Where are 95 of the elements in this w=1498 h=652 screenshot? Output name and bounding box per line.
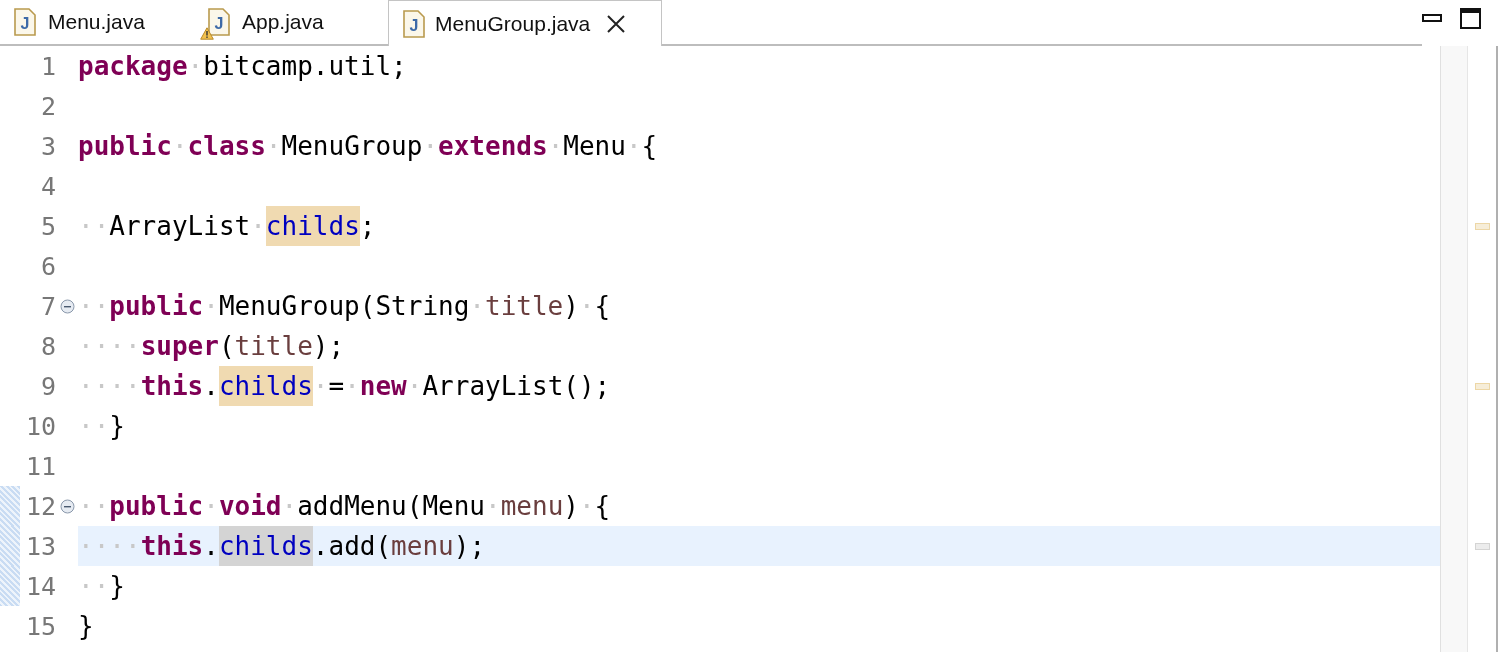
- code-text: ): [563, 490, 579, 523]
- whitespace-marker: ····: [78, 330, 141, 363]
- code-text: {: [594, 490, 611, 523]
- code-text: Menu: [563, 130, 626, 163]
- parameter-name: menu: [391, 530, 454, 563]
- whitespace-marker: ·: [250, 210, 266, 243]
- whitespace-marker: ··: [78, 290, 110, 323]
- editor-tab[interactable]: J MenuGroup.java: [388, 0, 662, 46]
- code-text: bitcamp.util;: [203, 50, 407, 83]
- keyword: public: [78, 130, 172, 163]
- code-text: addMenu(Menu: [297, 490, 485, 523]
- line-number: 7: [39, 291, 56, 321]
- code-text: .add(: [312, 530, 392, 563]
- whitespace-marker: ·: [625, 130, 642, 163]
- whitespace-marker: ·: [312, 370, 329, 403]
- line-number: 9: [39, 371, 56, 401]
- field-name: childs: [265, 206, 360, 246]
- minimize-icon[interactable]: [1422, 14, 1444, 24]
- whitespace-marker: ·: [203, 490, 219, 523]
- java-file-icon: J: [14, 8, 36, 36]
- code-text: }: [109, 410, 125, 443]
- code-text: );: [453, 530, 486, 563]
- line-number: 5: [39, 211, 56, 241]
- code-text: =: [328, 370, 345, 403]
- code-text: {: [641, 130, 658, 163]
- keyword: extends: [438, 130, 548, 163]
- line-number: 1: [39, 51, 56, 81]
- java-file-icon: J: [208, 8, 230, 36]
- whitespace-marker: ·: [469, 290, 485, 323]
- collapse-icon[interactable]: [59, 298, 75, 314]
- overview-marker[interactable]: [1474, 382, 1490, 390]
- line-number: 13: [24, 531, 56, 561]
- editor-tab[interactable]: J App.java: [194, 0, 388, 46]
- code-text: ;: [359, 210, 376, 243]
- code-text: ArrayList();: [422, 370, 611, 403]
- parameter-name: title: [485, 290, 564, 323]
- whitespace-marker: ··: [78, 210, 110, 243]
- whitespace-marker: ·: [344, 370, 360, 403]
- whitespace-marker: ·: [281, 490, 298, 523]
- whitespace-marker: ··: [78, 570, 110, 603]
- whitespace-marker: ·: [203, 290, 219, 323]
- line-number: 3: [39, 131, 56, 161]
- keyword: void: [218, 490, 282, 523]
- whitespace-marker: ·: [406, 370, 423, 403]
- line-number: 2: [39, 91, 56, 121]
- collapse-icon[interactable]: [59, 498, 75, 514]
- whitespace-marker: ··: [78, 490, 110, 523]
- code-text: .: [203, 530, 219, 563]
- code-text: );: [312, 330, 345, 363]
- line-number: 12: [24, 491, 56, 521]
- code-text: .: [203, 370, 219, 403]
- close-icon[interactable]: [606, 13, 627, 34]
- whitespace-marker: ····: [78, 530, 141, 563]
- line-number: 8: [39, 331, 56, 361]
- whitespace-marker: ·: [578, 290, 595, 323]
- line-number: 14: [24, 571, 56, 601]
- code-text: MenuGroup(String: [218, 290, 470, 323]
- field-name: childs: [218, 526, 313, 566]
- code-text: (: [218, 330, 235, 363]
- java-file-icon: J: [403, 9, 425, 38]
- whitespace-marker: ·: [547, 130, 564, 163]
- keyword: public: [109, 290, 204, 323]
- code-text: }: [78, 610, 94, 643]
- line-number: 10: [24, 411, 56, 441]
- line-number: 6: [39, 251, 56, 281]
- keyword: this: [140, 370, 204, 403]
- code-text: MenuGroup: [281, 130, 423, 163]
- overview-marker[interactable]: [1474, 222, 1490, 230]
- editor-tab[interactable]: J Menu.java: [0, 0, 194, 46]
- whitespace-marker: ·: [171, 130, 188, 163]
- keyword: new: [359, 370, 407, 403]
- overview-marker[interactable]: [1474, 542, 1490, 550]
- whitespace-marker: ·: [578, 490, 595, 523]
- field-name: childs: [218, 366, 313, 406]
- code-text: ): [563, 290, 579, 323]
- code-text: ArrayList: [109, 210, 251, 243]
- parameter-name: title: [234, 330, 313, 363]
- line-number: 11: [24, 451, 56, 481]
- keyword: class: [187, 130, 266, 163]
- code-text: {: [594, 290, 611, 323]
- line-number: 15: [24, 611, 56, 641]
- whitespace-marker: ·: [485, 490, 501, 523]
- whitespace-marker: ····: [78, 370, 141, 403]
- keyword: this: [140, 530, 204, 563]
- keyword: public: [109, 490, 204, 523]
- maximize-icon[interactable]: [1460, 8, 1482, 30]
- line-number: 4: [39, 171, 56, 201]
- whitespace-marker: ·: [265, 130, 282, 163]
- parameter-name: menu: [500, 490, 564, 523]
- whitespace-marker: ·: [422, 130, 439, 163]
- whitespace-marker: ·: [187, 50, 204, 83]
- keyword: package: [78, 50, 188, 83]
- keyword: super: [140, 330, 219, 363]
- whitespace-marker: ··: [78, 410, 110, 443]
- code-text: }: [109, 570, 125, 603]
